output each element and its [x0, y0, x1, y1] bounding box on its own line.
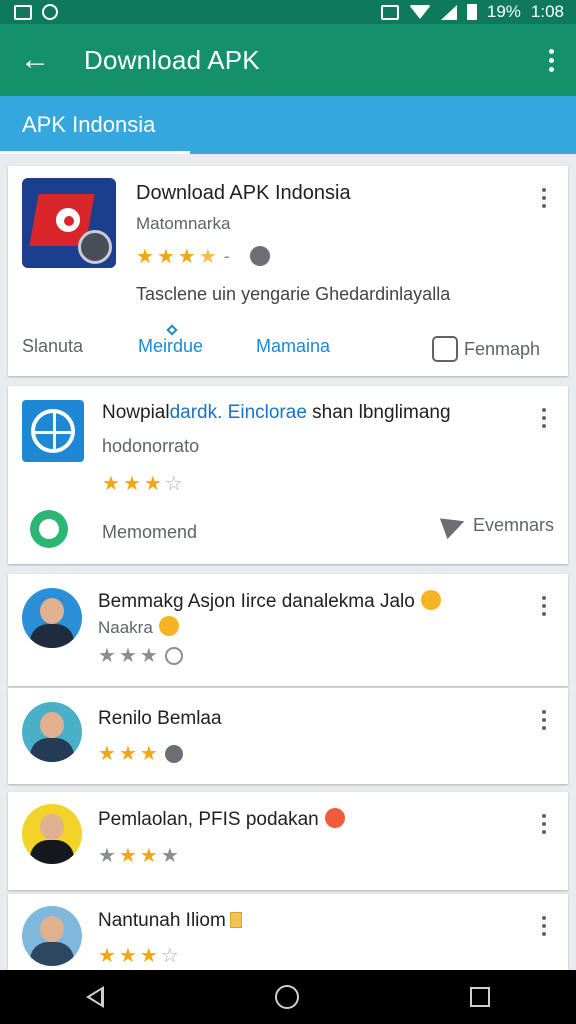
avatar: [22, 702, 82, 762]
send-icon: [439, 510, 469, 540]
signal-icon: [440, 4, 457, 20]
emoji-icon: [229, 912, 242, 928]
review-menu-icon[interactable]: [534, 910, 554, 942]
review-item[interactable]: Pemlaolan, PFIS podakan ★ ★ ★ ★: [8, 792, 568, 890]
status-bar: 19% 1:08: [0, 0, 576, 24]
card-menu-icon[interactable]: [534, 182, 554, 214]
wifi-icon: [408, 5, 431, 19]
vibrate-icon: [380, 4, 399, 20]
nav-back-icon[interactable]: [85, 986, 104, 1008]
review-item[interactable]: Bemmakg Asjon Iirce danalekma Jalo Naakr…: [8, 574, 568, 686]
tab-label: APK Indonsia: [22, 112, 156, 137]
tab-indicator: [0, 151, 190, 154]
avatar: [22, 804, 82, 864]
rating-stars: ★ ★ ★ ☆: [102, 473, 183, 495]
app-logo: [22, 400, 84, 462]
clock-icon: [164, 647, 183, 665]
review-menu-icon[interactable]: [534, 808, 554, 840]
globe-icon: [164, 745, 183, 763]
rating-stars: ★ ★ ★: [98, 646, 183, 666]
status-right: 19% 1:08: [380, 2, 564, 22]
app-description: Tasclene uin yengarie Ghedardinlayalla: [136, 284, 451, 304]
app-developer: hodonorrato: [102, 436, 200, 456]
status-left: [14, 4, 58, 20]
app-logo: [22, 178, 116, 268]
rating-stars: ★ ★ ★ ☆: [98, 945, 179, 967]
share-icon: [432, 336, 458, 362]
page-title: Download APK: [84, 44, 260, 75]
nav-home-icon[interactable]: [274, 985, 299, 1009]
action-mamaina[interactable]: Mamaina: [256, 336, 330, 357]
review-name: Pemlaolan, PFIS podakan: [98, 808, 345, 831]
overflow-menu-icon[interactable]: [541, 43, 562, 78]
review-name: Nantunah Iliom: [98, 910, 242, 932]
card-menu-icon[interactable]: [534, 402, 554, 434]
chat-icon[interactable]: [30, 510, 68, 548]
rating-stars: ★ ★ ★ ★ -: [136, 245, 230, 268]
app-title: Download APK Indonsia: [136, 182, 351, 204]
app-bar: ← Download APK: [0, 24, 576, 96]
review-item[interactable]: Renilo Bemlaa ★ ★ ★: [8, 688, 568, 784]
rating-stars: ★ ★ ★ ★: [98, 845, 179, 867]
rating-stars: ★ ★ ★: [98, 744, 183, 764]
action-slanuta[interactable]: Slanuta: [22, 336, 83, 357]
system-nav-bar: [0, 970, 576, 1024]
app-card-nowpial[interactable]: Nowpialdardk. Einclorae shan lbnglimang …: [8, 386, 568, 564]
app-card-download-apk[interactable]: Download APK Indonsia Matomnarka ★ ★ ★ ★ - T…: [8, 166, 568, 376]
review-name: Bemmakg Asjon Iirce danalekma Jalo: [98, 590, 441, 613]
tab-apk-indonsia[interactable]: APK Indonsia: [0, 96, 190, 154]
back-arrow-icon[interactable]: ←: [20, 45, 60, 75]
battery-icon: [466, 4, 477, 20]
action-memomend[interactable]: Memomend: [102, 522, 197, 543]
nav-recent-icon[interactable]: [470, 987, 491, 1007]
battery-percentage: 19%: [486, 2, 521, 21]
gallery-icon: [14, 4, 32, 20]
emoji-icon: [420, 590, 441, 610]
app-title: Nowpialdardk. Einclorae shan lbnglimang: [102, 402, 451, 423]
avatar: [22, 906, 82, 966]
avatar: [22, 588, 82, 648]
emoji-icon: [158, 616, 179, 636]
caret-icon: [166, 324, 178, 336]
action-evemnars[interactable]: Evemnars: [439, 510, 554, 540]
review-menu-icon[interactable]: [534, 590, 554, 622]
review-subtitle: Naakra: [98, 616, 179, 638]
review-menu-icon[interactable]: [534, 704, 554, 736]
action-fenmaph[interactable]: Fenmaph: [432, 336, 540, 362]
clock: 1:08: [530, 2, 564, 21]
globe-icon: [250, 246, 270, 266]
review-name: Renilo Bemlaa: [98, 708, 222, 729]
tab-bar: APK Indonsia: [0, 96, 576, 154]
action-meirdue[interactable]: Meirdue: [138, 324, 203, 357]
sync-icon: [42, 4, 58, 20]
review-item[interactable]: Nantunah Iliom ★ ★ ★ ☆: [8, 894, 568, 970]
app-developer: Matomnarka: [136, 214, 231, 233]
emoji-icon: [324, 808, 345, 828]
